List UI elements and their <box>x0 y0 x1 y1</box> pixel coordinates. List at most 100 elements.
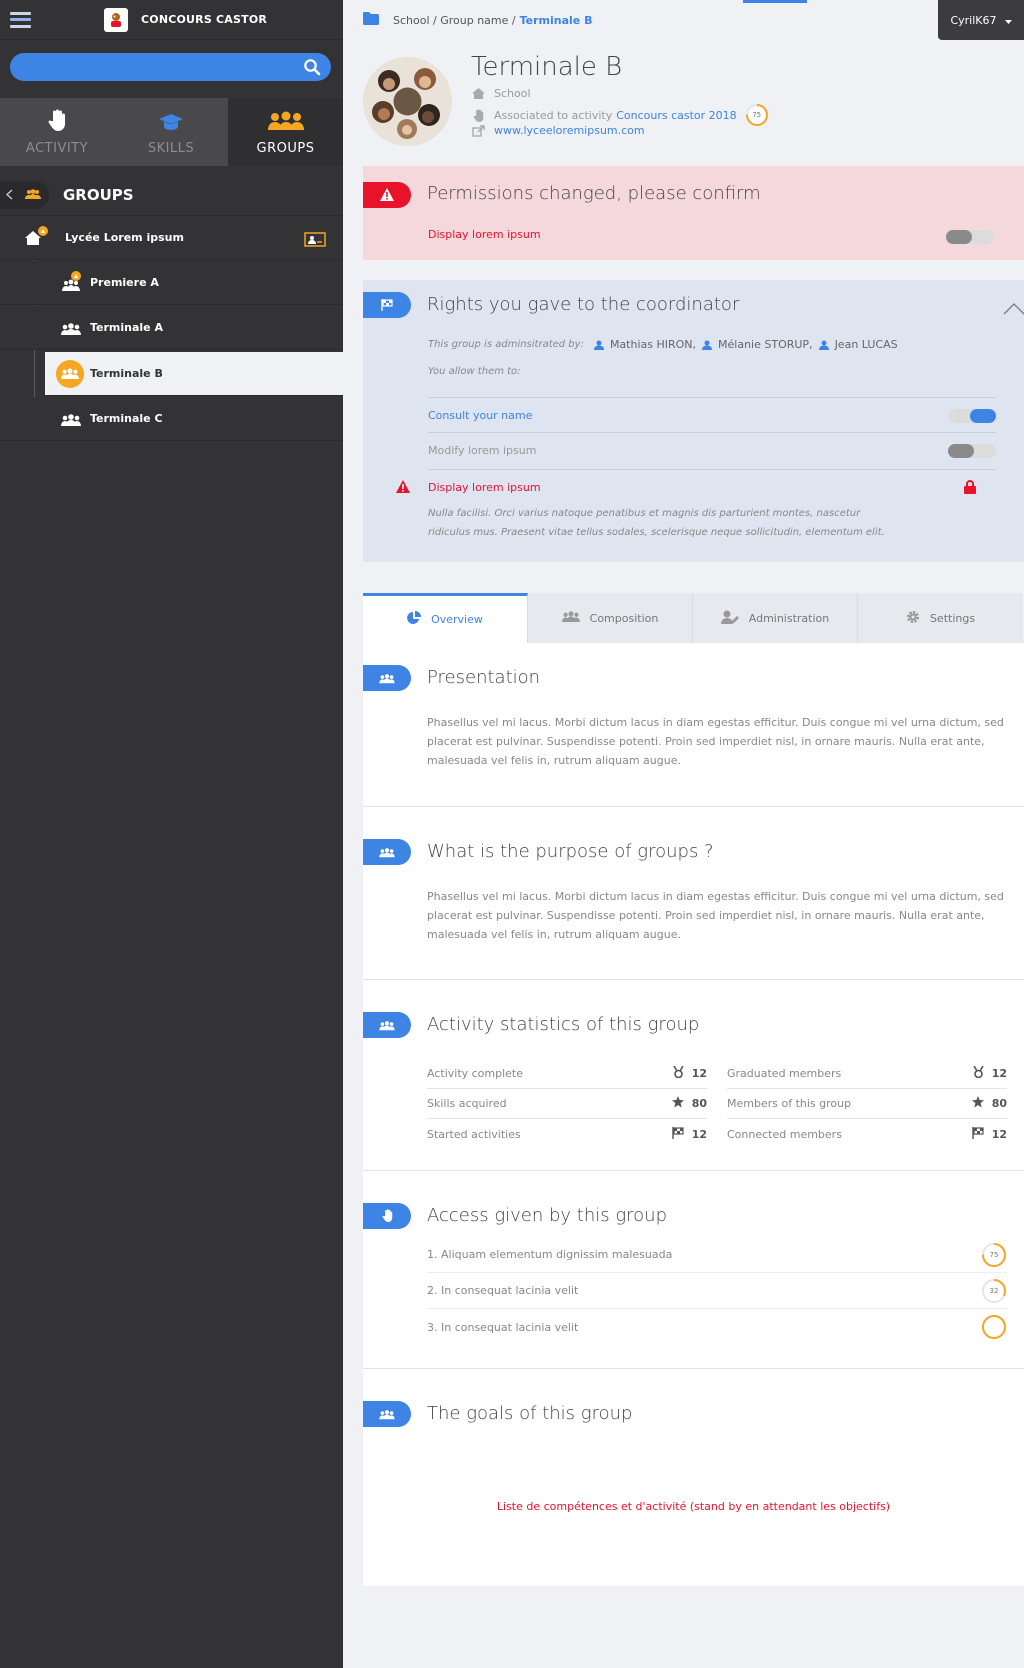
pie-chart-icon <box>407 611 431 628</box>
administrator[interactable]: Mélanie STORUP, <box>702 338 813 351</box>
group-tabs: Overview Composition Administration Sett… <box>363 593 1024 643</box>
groups-back-button[interactable] <box>0 180 49 209</box>
score-value: 32 <box>989 1286 999 1295</box>
classroom-icon[interactable] <box>304 232 326 251</box>
access-item[interactable]: 1. Aliquam elementum dignissim malesuada… <box>427 1237 1007 1273</box>
allow-text: You allow them to: <box>428 366 521 377</box>
tree-item-terminale-c[interactable]: Terminale C <box>0 397 343 441</box>
tree-item-lycee[interactable]: Lycée Lorem ipsum <box>0 216 343 260</box>
tab-label: Settings <box>929 611 976 625</box>
mode-skills[interactable]: SKILLS <box>114 98 228 166</box>
alert-title: Permissions changed, please confirm <box>427 183 761 204</box>
right-row: Display lorem ipsum <box>396 469 996 504</box>
hand-icon <box>48 109 66 135</box>
permissions-alert: Permissions changed, please confirm Disp… <box>363 166 1024 260</box>
app-logo <box>104 7 128 32</box>
search-bar[interactable] <box>10 53 331 81</box>
tree-item-label: Terminale B <box>90 367 163 380</box>
stats-column-right: Graduated members 12 Members of this gro… <box>727 1059 1007 1149</box>
users-icon <box>61 412 81 431</box>
goals-section: The goals of this group Liste de compéte… <box>363 1369 1024 1586</box>
tree-item-label: Terminale C <box>90 412 163 425</box>
access-section: Access given by this group 1. Aliquam el… <box>363 1171 1024 1369</box>
groups-header: GROUPS <box>0 174 343 216</box>
group-type: School <box>494 87 531 100</box>
tab-administration[interactable]: Administration <box>693 593 858 643</box>
graduation-cap-icon <box>158 113 184 135</box>
folder-icon <box>363 12 379 28</box>
mode-switcher: ACTIVITY SKILLS GROUPS <box>0 98 343 166</box>
chevron-up-icon[interactable] <box>1003 300 1024 319</box>
access-item[interactable]: 2. In consequat lacinia velit 32 <box>427 1273 1007 1309</box>
alert-toggle[interactable] <box>946 230 994 244</box>
star-icon <box>671 1096 692 1111</box>
stat-value: 80 <box>691 1097 707 1110</box>
menu-icon[interactable] <box>10 11 31 28</box>
right-row: Modify lorem ipsum <box>428 432 996 467</box>
hero-website: www.lyceeloremipsum.com <box>471 124 645 137</box>
hero-type: School <box>471 87 531 100</box>
website-link[interactable]: www.lyceeloremipsum.com <box>494 124 645 137</box>
rights-note: Nulla facilisi. Orci varius natoque pena… <box>428 508 885 538</box>
admin-name: Mélanie STORUP, <box>718 338 813 351</box>
right-label: Consult your name <box>428 408 533 422</box>
gear-icon <box>906 610 930 627</box>
caret-down-icon <box>1004 14 1012 27</box>
users-icon <box>56 360 84 388</box>
tree-item-label: Terminale A <box>90 321 163 334</box>
breadcrumb-current: Terminale B <box>519 13 593 27</box>
flag-icon <box>381 296 393 315</box>
user-menu[interactable]: CyrilK67 <box>938 0 1024 40</box>
mode-groups-label: GROUPS <box>256 141 315 156</box>
breadcrumb-path[interactable]: School / Group name / <box>393 14 516 27</box>
tab-overview[interactable]: Overview <box>363 593 528 643</box>
presentation-section: Presentation Phasellus vel mi lacus. Mor… <box>363 643 1024 807</box>
main-content: School / Group name / Terminale B CyrilK… <box>343 0 1024 1668</box>
admin-prefix: This group is adminsitrated by: <box>428 339 584 350</box>
hand-icon <box>471 108 485 122</box>
tab-label: Overview <box>431 613 483 626</box>
hand-icon <box>382 1207 393 1226</box>
tab-composition[interactable]: Composition <box>528 593 693 643</box>
mode-groups[interactable]: GROUPS <box>228 98 343 166</box>
section-pill <box>363 665 411 691</box>
mode-activity-label: ACTIVITY <box>25 141 89 156</box>
right-toggle[interactable] <box>948 444 996 458</box>
section-pill <box>363 1012 411 1038</box>
stat-row: Graduated members 12 <box>727 1059 1007 1089</box>
stat-value: 12 <box>991 1127 1007 1141</box>
section-pill <box>363 1203 411 1229</box>
tab-settings[interactable]: Settings <box>858 593 1023 643</box>
users-icon <box>379 1016 395 1035</box>
search-input[interactable] <box>10 53 290 81</box>
activity-link[interactable]: Concours castor 2018 <box>616 109 736 122</box>
user-edit-icon <box>720 610 749 627</box>
administrator[interactable]: Jean LUCAS <box>818 338 898 351</box>
stat-label: Activity complete <box>427 1067 524 1080</box>
section-pill <box>363 1401 411 1427</box>
right-toggle[interactable] <box>948 409 996 423</box>
stat-value: 80 <box>991 1097 1007 1110</box>
rights-title: Rights you gave to the coordinator <box>427 294 740 315</box>
goals-note: Liste de compétences et d'activité (stan… <box>496 1500 891 1513</box>
administrator[interactable]: Mathias HIRON, <box>593 338 696 351</box>
overview-panel: Presentation Phasellus vel mi lacus. Mor… <box>363 643 1024 1586</box>
access-item[interactable]: 3. In consequat lacinia velit <box>427 1309 1007 1345</box>
activity-score-ring: 75 <box>745 103 769 127</box>
stats-grid: Activity complete 12 Skills acquired 80 … <box>427 1059 1007 1149</box>
tree-item-terminale-b[interactable]: Terminale B <box>45 352 343 396</box>
medal-icon <box>673 1065 692 1081</box>
stat-value: 12 <box>691 1067 707 1080</box>
stat-value: 12 <box>991 1067 1007 1080</box>
tree-item-premiere-a[interactable]: Premiere A <box>0 261 343 305</box>
search-icon[interactable] <box>303 58 321 80</box>
access-label: 3. In consequat lacinia velit <box>427 1320 579 1334</box>
section-text: Phasellus vel mi lacus. Morbi dictum lac… <box>427 890 1004 941</box>
mode-activity[interactable]: ACTIVITY <box>0 98 114 166</box>
stat-label: Members of this group <box>727 1097 852 1110</box>
tree-item-terminale-a[interactable]: Terminale A <box>0 306 343 350</box>
score-ring: 32 <box>981 1278 1007 1304</box>
section-title: The goals of this group <box>427 1403 633 1424</box>
stat-row: Skills acquired 80 <box>427 1089 707 1119</box>
section-text: Phasellus vel mi lacus. Morbi dictum lac… <box>427 716 1004 767</box>
